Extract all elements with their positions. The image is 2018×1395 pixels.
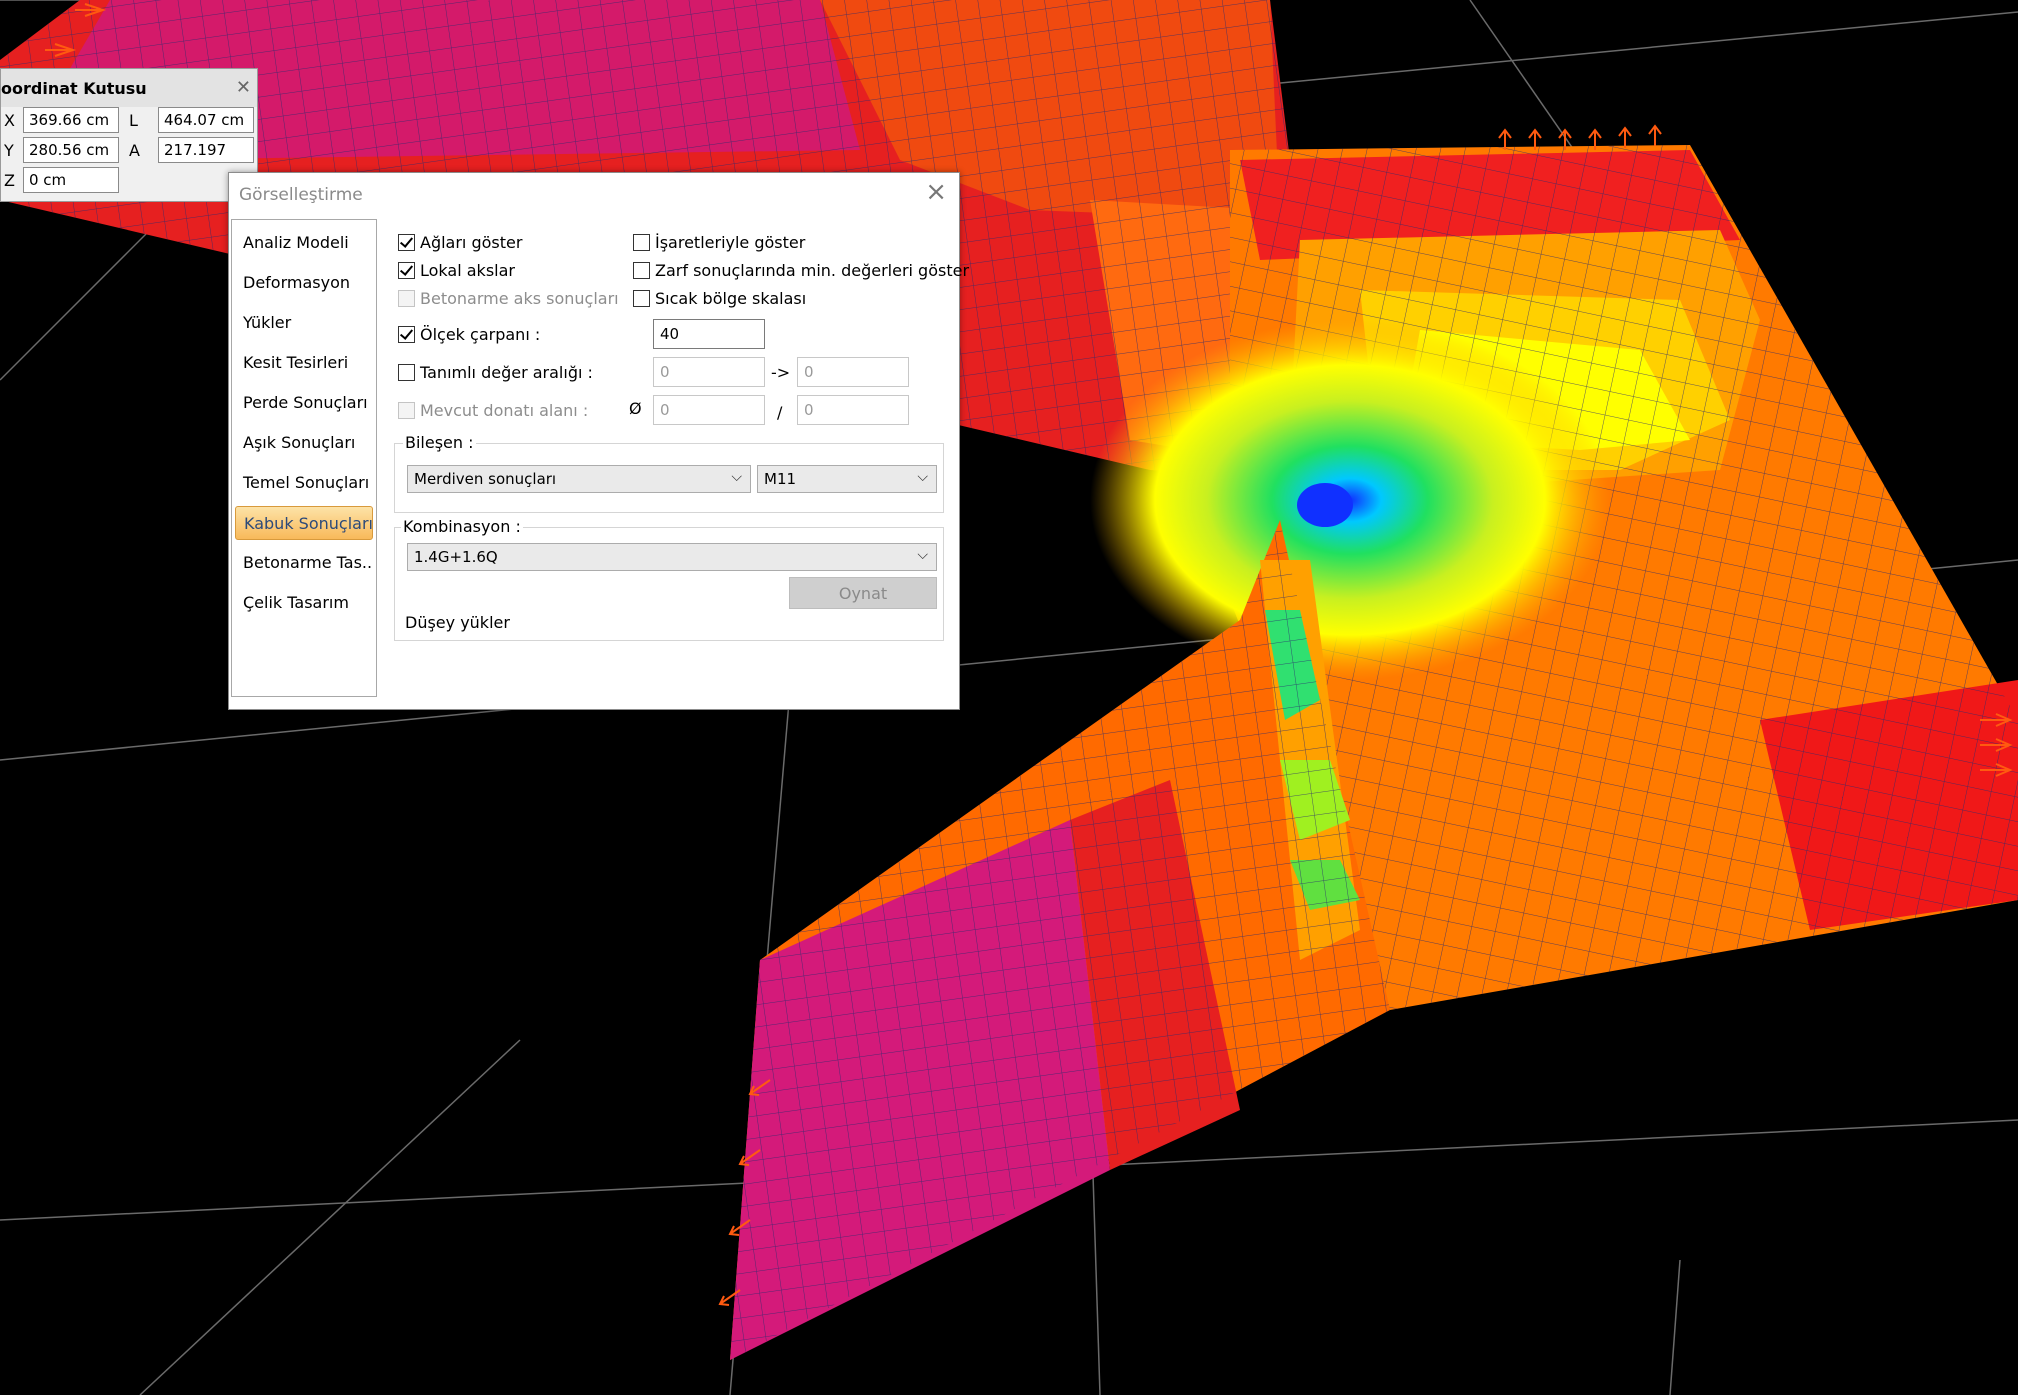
defined-range-checkbox[interactable]: Tanımlı değer aralığı :	[398, 363, 593, 382]
coordinate-box-titlebar[interactable]: oordinat Kutusu ✕	[1, 69, 257, 107]
nav-item-deformasyon[interactable]: Deformasyon	[235, 266, 373, 300]
z-field[interactable]: 0 cm	[23, 167, 119, 193]
close-icon[interactable]: ✕	[236, 77, 251, 98]
nav-item-kabuk-sonuclari[interactable]: Kabuk Sonuçları	[235, 506, 373, 540]
show-with-signs-checkbox[interactable]: İşaretleriyle göster	[633, 233, 805, 252]
chevron-down-icon: ⌵	[917, 547, 928, 563]
scale-factor-checkbox[interactable]: Ölçek çarpanı :	[398, 325, 540, 344]
nav-item-betonarme-tasarim[interactable]: Betonarme Tas...	[235, 546, 373, 580]
z-label: Z	[4, 171, 15, 190]
range-arrow: ->	[771, 363, 791, 382]
nav-item-celik-tasarim[interactable]: Çelik Tasarım	[235, 586, 373, 620]
hot-zone-scale-checkbox[interactable]: Sıcak bölge skalası	[633, 289, 806, 308]
rc-axis-results-label: Betonarme aks sonuçları	[420, 289, 619, 308]
l-field[interactable]: 464.07 cm	[158, 107, 254, 133]
show-with-signs-label: İşaretleriyle göster	[655, 233, 806, 252]
nav-item-analiz-modeli[interactable]: Analiz Modeli	[235, 226, 373, 260]
checkbox-icon	[398, 402, 415, 419]
coordinate-box[interactable]: oordinat Kutusu ✕ X 369.66 cm Y 280.56 c…	[0, 68, 258, 202]
hot-zone-scale-label: Sıcak bölge skalası	[655, 289, 807, 308]
component-value: M11	[764, 470, 797, 488]
nav-item-perde-sonuclari[interactable]: Perde Sonuçları	[235, 386, 373, 420]
x-field[interactable]: 369.66 cm	[23, 107, 119, 133]
rebar-spacing-input[interactable]: 0	[797, 395, 909, 425]
combination-value: 1.4G+1.6Q	[414, 548, 498, 566]
nav-item-asik-sonuclari[interactable]: Aşık Sonuçları	[235, 426, 373, 460]
existing-rebar-checkbox: Mevcut donatı alanı :	[398, 401, 588, 420]
x-label: X	[4, 111, 15, 130]
envelope-min-checkbox[interactable]: Zarf sonuçlarında min. değerleri göster	[633, 261, 969, 280]
component-label: Bileşen :	[403, 433, 476, 452]
l-label: L	[129, 111, 138, 130]
checkbox-icon[interactable]	[633, 262, 650, 279]
visualization-dialog[interactable]: Görselleştirme × Analiz Modeli Deformasy…	[228, 172, 969, 710]
diameter-symbol: Ø	[629, 399, 642, 418]
scale-factor-input[interactable]: 40	[653, 319, 765, 349]
y-field[interactable]: 280.56 cm	[23, 137, 119, 163]
nav-item-yukler[interactable]: Yükler	[235, 306, 373, 340]
checkbox-icon[interactable]	[633, 290, 650, 307]
local-axes-checkbox[interactable]: Lokal akslar	[398, 261, 515, 280]
checkbox-icon[interactable]	[398, 364, 415, 381]
checkbox-icon	[398, 290, 415, 307]
combination-select[interactable]: 1.4G+1.6Q ⌵	[407, 543, 937, 571]
chevron-down-icon: ⌵	[917, 469, 928, 485]
combination-description: Düşey yükler	[405, 613, 510, 632]
close-icon[interactable]: ×	[925, 179, 947, 205]
a-field[interactable]: 217.197	[158, 137, 254, 163]
rc-axis-results-checkbox: Betonarme aks sonuçları	[398, 289, 619, 308]
component-select[interactable]: M11 ⌵	[757, 465, 937, 493]
dialog-title: Görselleştirme	[239, 185, 363, 205]
combination-label: Kombinasyon :	[401, 517, 523, 536]
envelope-min-label: Zarf sonuçlarında min. değerleri göster	[655, 261, 970, 280]
rebar-diameter-input[interactable]: 0	[653, 395, 765, 425]
show-mesh-label: Ağları göster	[420, 233, 523, 252]
checkbox-checked-icon[interactable]	[398, 262, 415, 279]
checkbox-checked-icon[interactable]	[398, 326, 415, 343]
defined-range-label: Tanımlı değer aralığı :	[420, 363, 593, 382]
nav-item-temel-sonuclari[interactable]: Temel Sonuçları	[235, 466, 373, 500]
local-axes-label: Lokal akslar	[420, 261, 515, 280]
scale-factor-label: Ölçek çarpanı :	[420, 325, 541, 344]
nav-item-kesit-tesirleri[interactable]: Kesit Tesirleri	[235, 346, 373, 380]
y-label: Y	[4, 141, 14, 160]
checkbox-checked-icon[interactable]	[398, 234, 415, 251]
existing-rebar-label: Mevcut donatı alanı :	[420, 401, 589, 420]
a-label: A	[129, 141, 140, 160]
category-nav: Analiz Modeli Deformasyon Yükler Kesit T…	[231, 219, 377, 697]
coordinate-box-title: oordinat Kutusu	[1, 79, 147, 98]
result-type-value: Merdiven sonuçları	[414, 470, 557, 488]
checkbox-icon[interactable]	[633, 234, 650, 251]
play-button[interactable]: Oynat	[789, 577, 937, 609]
show-mesh-checkbox[interactable]: Ağları göster	[398, 233, 522, 252]
result-type-select[interactable]: Merdiven sonuçları ⌵	[407, 465, 751, 493]
range-to-input[interactable]: 0	[797, 357, 909, 387]
range-from-input[interactable]: 0	[653, 357, 765, 387]
slash-symbol: /	[777, 403, 783, 422]
chevron-down-icon: ⌵	[731, 469, 742, 485]
